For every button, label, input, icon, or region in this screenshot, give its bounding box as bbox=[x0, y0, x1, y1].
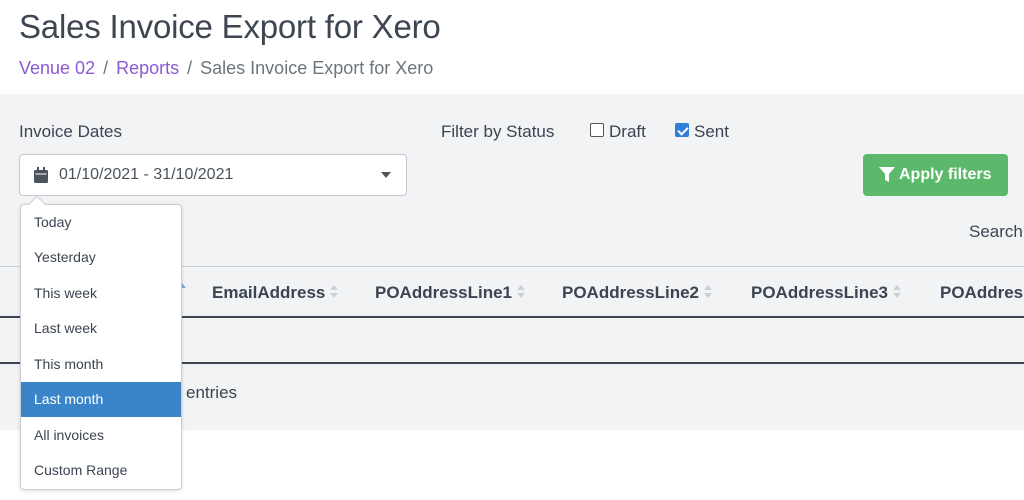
column-header-label: POAddressLine3 bbox=[751, 283, 888, 302]
draft-checkbox[interactable] bbox=[590, 123, 604, 137]
breadcrumb-reports-link[interactable]: Reports bbox=[116, 58, 179, 78]
column-header-po-address-line3[interactable]: POAddressLine3 bbox=[751, 283, 902, 303]
entries-info: entries bbox=[186, 383, 238, 402]
date-range-picker[interactable]: 01/10/2021 - 31/10/2021 bbox=[19, 154, 407, 196]
invoice-dates-label: Invoice Dates bbox=[19, 122, 122, 141]
sort-icon bbox=[330, 285, 339, 299]
sort-icon bbox=[517, 285, 526, 299]
apply-filters-label: Apply filters bbox=[899, 166, 992, 183]
filter-icon bbox=[879, 167, 895, 182]
draft-checkbox-label[interactable]: Draft bbox=[609, 122, 646, 142]
breadcrumb-separator: / bbox=[103, 58, 109, 78]
range-option-last-week[interactable]: Last week bbox=[21, 311, 181, 346]
column-header-label: POAddressLine2 bbox=[562, 283, 699, 302]
filter-status-label: Filter by Status bbox=[441, 122, 555, 141]
page-header: Sales Invoice Export for Xero Venue 02 / R… bbox=[0, 0, 1024, 94]
column-header-email[interactable]: EmailAddress bbox=[212, 283, 339, 303]
range-option-this-month[interactable]: This month bbox=[21, 347, 181, 382]
apply-filters-button[interactable]: Apply filters bbox=[863, 154, 1008, 196]
breadcrumb-venue-link[interactable]: Venue 02 bbox=[19, 58, 95, 78]
date-range-value: 01/10/2021 - 31/10/2021 bbox=[59, 166, 234, 183]
column-header-po-address-line1[interactable]: POAddressLine1 bbox=[375, 283, 526, 303]
breadcrumb: Venue 02 / Reports / Sales Invoice Export fo… bbox=[19, 58, 433, 79]
sent-checkbox[interactable] bbox=[675, 123, 689, 137]
column-header-label: POAddressLine1 bbox=[375, 283, 512, 302]
range-option-today[interactable]: Today bbox=[21, 205, 181, 240]
breadcrumb-separator: / bbox=[187, 58, 193, 78]
range-option-all-invoices[interactable]: All invoices bbox=[21, 418, 181, 453]
search-label: Search bbox=[969, 222, 1023, 241]
column-header-po-address-line2[interactable]: POAddressLine2 bbox=[562, 283, 713, 303]
calendar-icon bbox=[34, 167, 48, 183]
range-option-last-month[interactable]: Last month bbox=[21, 382, 181, 417]
page-title: Sales Invoice Export for Xero bbox=[19, 8, 441, 45]
date-range-dropdown: Today Yesterday This week Last week This… bbox=[20, 195, 182, 490]
range-option-yesterday[interactable]: Yesterday bbox=[21, 240, 181, 275]
column-header-label: EmailAddress bbox=[212, 283, 326, 302]
sort-icon bbox=[893, 285, 902, 299]
range-option-this-week[interactable]: This week bbox=[21, 276, 181, 311]
sort-icon bbox=[704, 285, 713, 299]
column-header-label: POAddres bbox=[940, 283, 1024, 302]
range-option-custom-range[interactable]: Custom Range bbox=[21, 453, 181, 488]
sent-checkbox-label[interactable]: Sent bbox=[694, 122, 729, 142]
caret-down-icon bbox=[381, 172, 391, 178]
breadcrumb-current: Sales Invoice Export for Xero bbox=[200, 58, 434, 78]
column-header-po-address-line4[interactable]: POAddres bbox=[940, 283, 1023, 303]
